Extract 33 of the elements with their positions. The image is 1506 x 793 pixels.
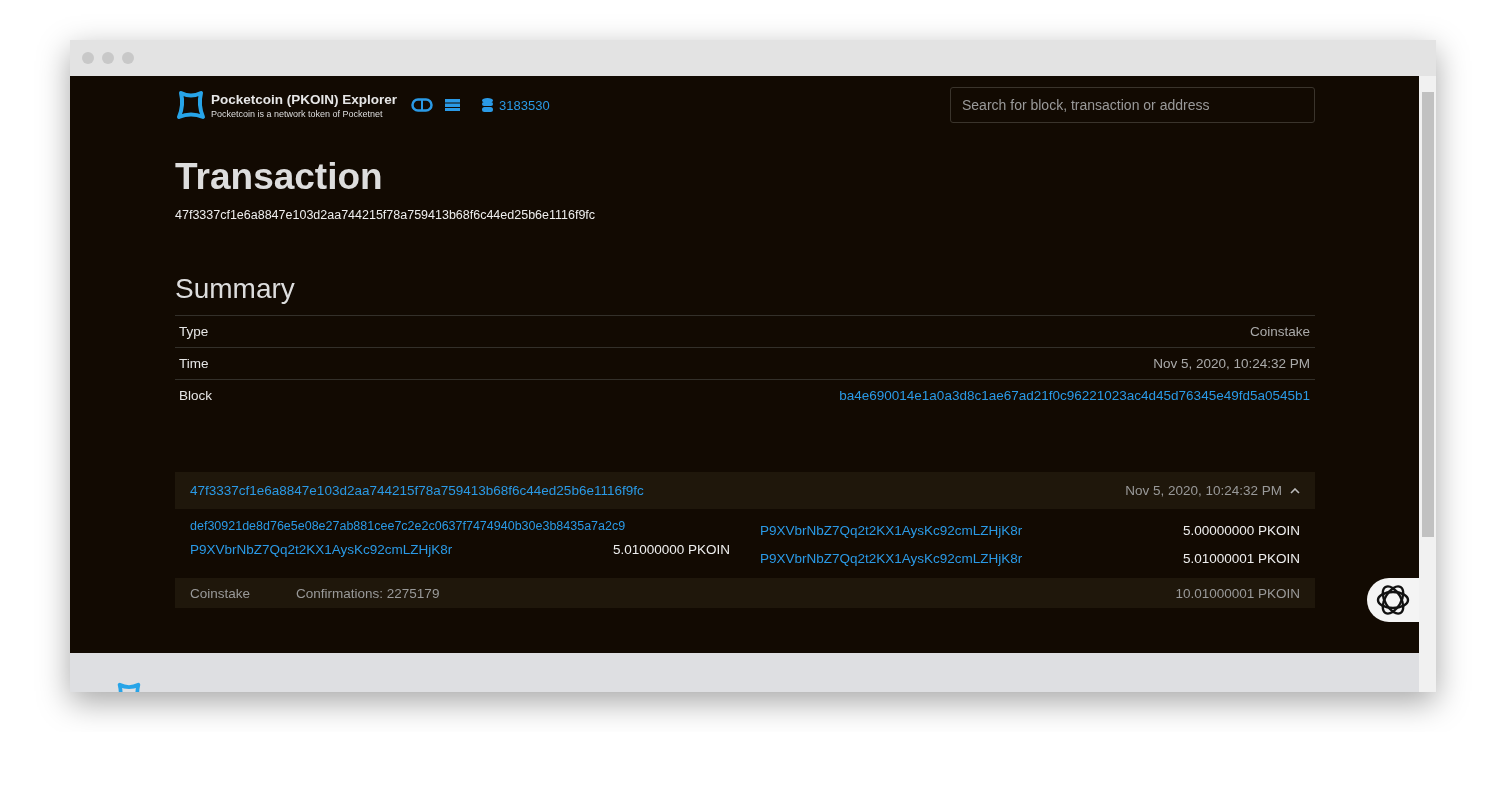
total-amount: 10.01000001 PKOIN <box>1175 585 1300 601</box>
transaction-id: 47f3337cf1e6a8847e103d2aa744215f78a759413b68f6c44ed25b6e1116f9fc <box>175 208 597 222</box>
address-link[interactable]: P9XVbrNbZ7Qq2t2KX1AysKc92cmLZHjK8r <box>190 542 453 557</box>
page-title: Transaction <box>175 156 384 198</box>
block-height-link[interactable]: 3183530 <box>499 97 550 113</box>
collapse-icon[interactable] <box>1290 487 1300 494</box>
knot-icon <box>1376 583 1410 617</box>
chat-button[interactable] <box>1367 578 1419 622</box>
section-title: Summary <box>175 273 296 305</box>
confirmations: Confirmations: 2275179 <box>296 585 440 601</box>
summary-value: Nov 5, 2020, 10:24:32 PM <box>1153 356 1310 371</box>
address-link[interactable]: P9XVbrNbZ7Qq2t2KX1AysKc92cmLZHjK8r <box>760 551 1023 566</box>
scrollbar-thumb[interactable] <box>1421 92 1434 537</box>
summary-value: Coinstake <box>1249 324 1310 339</box>
amount: 5.00000000 PKOIN <box>1182 523 1300 538</box>
site-tagline: Pocketcoin is a network token of Pocketnet <box>211 108 384 119</box>
block-hash-link[interactable]: ba4e690014e1a0a3d8c1ae67ad21f0c96221023ac4d45d76345e49fd5a0545b1 <box>839 388 1310 403</box>
summary-label: Time <box>179 356 209 371</box>
transaction-type: Coinstake <box>190 585 251 601</box>
site-title[interactable]: Pocketcoin (PKOIN) Explorer <box>211 91 398 107</box>
summary-label: Type <box>179 324 209 339</box>
amount: 5.01000001 PKOIN <box>1182 551 1300 566</box>
transaction-link[interactable]: 47f3337cf1e6a8847e103d2aa744215f78a759413b68f6c44ed25b6e1116f9fc <box>190 483 644 498</box>
transaction-time: Nov 5, 2020, 10:24:32 PM <box>1125 483 1282 498</box>
search-field[interactable]: Search for block, transaction or address <box>950 87 1315 123</box>
input-tx-link[interactable]: def30921de8d76e5e08e27ab881cee7c2e2c0637f7474940b30e3b8435a7a2c9 <box>190 519 730 533</box>
server-icon[interactable] <box>445 99 461 111</box>
summary-label: Block <box>179 388 212 403</box>
address-link[interactable]: P9XVbrNbZ7Qq2t2KX1AysKc92cmLZHjK8r <box>760 523 1023 538</box>
amount: 5.01000000 PKOIN <box>612 542 730 557</box>
database-icon <box>482 98 494 112</box>
logo-icon <box>175 89 207 121</box>
toggle-icon[interactable] <box>411 98 434 112</box>
